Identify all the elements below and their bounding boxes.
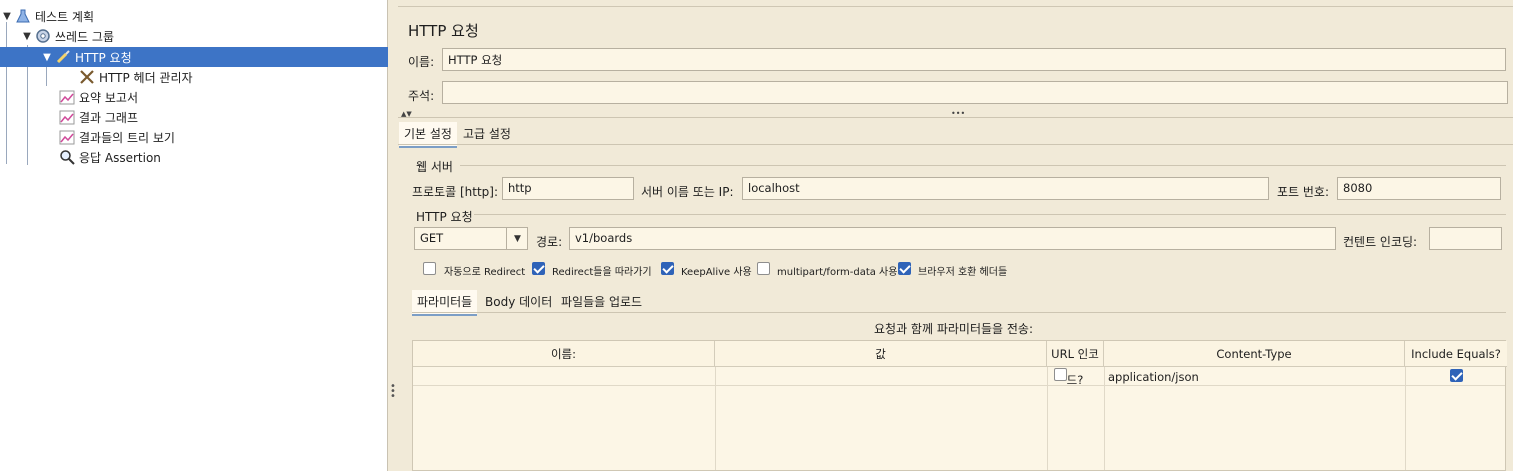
- tree-item-label: 결과들의 트리 보기: [79, 130, 175, 145]
- tools-icon: [78, 69, 96, 85]
- tree-item-label: 쓰레드 그룹: [55, 29, 115, 44]
- chevron-down-icon[interactable]: ▼: [506, 227, 528, 250]
- tab-body-data[interactable]: Body 데이터: [480, 290, 557, 314]
- parameters-table[interactable]: 이름: 값 URL 인코드? Content-Type Include Equa…: [412, 340, 1507, 471]
- tree-item-label: 요약 보고서: [79, 90, 139, 105]
- tree-item-label: HTTP 요청: [75, 50, 132, 65]
- chart-icon: [58, 129, 76, 145]
- comment-label: 주석:: [408, 89, 435, 103]
- divider: [398, 144, 1513, 145]
- tree-item-response-assertion[interactable]: 응답 Assertion: [58, 147, 161, 167]
- gear-icon: [34, 28, 52, 44]
- tree-item-result-graph[interactable]: 결과 그래프: [58, 107, 138, 127]
- http-request-section-label: HTTP 요청: [416, 210, 473, 224]
- name-field[interactable]: HTTP 요청: [442, 48, 1506, 71]
- web-server-section-label: 웹 서버: [416, 160, 453, 174]
- tree-item-view-results-tree[interactable]: 결과들의 트리 보기: [58, 127, 175, 147]
- multipart-label: multipart/form-data 사용: [777, 267, 898, 278]
- path-field[interactable]: v1/boards: [569, 227, 1336, 250]
- content-type-cell[interactable]: application/json: [1108, 370, 1199, 384]
- chevron-down-icon[interactable]: ▼: [0, 11, 14, 22]
- column-header-name[interactable]: 이름:: [413, 341, 715, 367]
- tab-advanced[interactable]: 고급 설정: [458, 122, 516, 146]
- page-title: HTTP 요청: [408, 22, 479, 40]
- magnifier-icon: [58, 149, 76, 165]
- browser-headers-label: 브라우저 호환 헤더들: [918, 267, 1008, 278]
- divider: [412, 312, 1506, 313]
- table-row[interactable]: application/json: [413, 367, 1505, 386]
- pipette-icon: [54, 49, 72, 65]
- method-select-value: GET: [420, 231, 444, 245]
- keepalive-label: KeepAlive 사용: [681, 267, 752, 278]
- server-name-field[interactable]: localhost: [742, 177, 1269, 200]
- path-label: 경로:: [536, 235, 563, 249]
- tree-item-label: 결과 그래프: [79, 110, 139, 125]
- params-caption: 요청과 함께 파라미터들을 전송:: [874, 322, 1034, 336]
- follow-redirects-checkbox[interactable]: [532, 262, 545, 275]
- section-divider: [474, 214, 1506, 215]
- name-label: 이름:: [408, 55, 435, 69]
- top-divider: [398, 0, 1513, 7]
- protocol-field[interactable]: http: [502, 177, 634, 200]
- protocol-label: 프로토콜 [http]:: [412, 185, 499, 199]
- tree-item-label: 응답 Assertion: [79, 150, 161, 165]
- section-divider: [460, 165, 1506, 166]
- test-plan-tree[interactable]: ▼ 테스트 계획 ▼ 쓰레드 그룹 ▼ HTTP 요청 HTTP 헤더 관리자 …: [0, 0, 388, 471]
- flask-icon: [14, 8, 32, 24]
- tab-files-upload[interactable]: 파일들을 업로드: [556, 290, 647, 314]
- tree-item-test-plan[interactable]: ▼ 테스트 계획: [0, 6, 94, 26]
- column-header-content-type[interactable]: Content-Type: [1104, 341, 1405, 367]
- column-header-url-encode[interactable]: URL 인코드?: [1047, 341, 1104, 387]
- tree-item-thread-group[interactable]: ▼ 쓰레드 그룹: [20, 26, 114, 46]
- auto-redirect-label: 자동으로 Redirect: [444, 267, 526, 278]
- multipart-checkbox[interactable]: [757, 262, 770, 275]
- include-equals-checkbox[interactable]: [1450, 369, 1463, 382]
- chevron-down-icon[interactable]: ▼: [20, 31, 34, 42]
- chart-icon: [58, 89, 76, 105]
- keepalive-checkbox[interactable]: [661, 262, 674, 275]
- divider: [398, 117, 1513, 118]
- column-header-value[interactable]: 값: [715, 341, 1047, 367]
- auto-redirect-checkbox[interactable]: [423, 262, 436, 275]
- url-encode-checkbox[interactable]: [1054, 368, 1067, 381]
- port-label: 포트 번호:: [1277, 185, 1330, 199]
- chevron-down-icon[interactable]: ▼: [40, 52, 54, 63]
- tree-item-http-header-manager[interactable]: HTTP 헤더 관리자: [78, 67, 193, 87]
- browser-headers-checkbox[interactable]: [898, 262, 911, 275]
- tree-item-label: 테스트 계획: [35, 9, 95, 24]
- content-encoding-label: 컨텐트 인코딩:: [1343, 235, 1418, 249]
- split-pane-handle[interactable]: • • •: [390, 382, 396, 402]
- follow-redirects-label: Redirect들을 따라가기: [552, 267, 652, 278]
- chart-icon: [58, 109, 76, 125]
- server-name-label: 서버 이름 또는 IP:: [641, 185, 734, 199]
- tree-item-label: HTTP 헤더 관리자: [99, 70, 193, 85]
- content-encoding-field[interactable]: [1429, 227, 1502, 250]
- tree-item-summary-report[interactable]: 요약 보고서: [58, 87, 138, 107]
- port-field[interactable]: 8080: [1337, 177, 1501, 200]
- tree-item-http-request[interactable]: ▼ HTTP 요청: [0, 47, 388, 67]
- column-header-include-equals[interactable]: Include Equals?: [1405, 341, 1507, 367]
- comment-field[interactable]: [442, 81, 1508, 104]
- http-request-panel: HTTP 요청 이름: HTTP 요청 주석: ▲▼ ••• 기본 설정 고급 …: [398, 0, 1513, 471]
- method-select[interactable]: GET ▼: [414, 227, 528, 250]
